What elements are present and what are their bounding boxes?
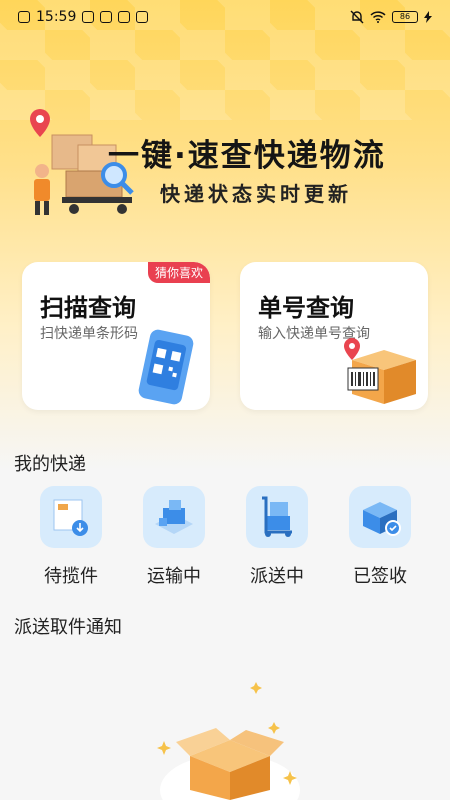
in-transit-icon [143, 486, 205, 548]
book-icon [136, 11, 149, 23]
barcode-box-icon [344, 338, 416, 404]
signed-icon [349, 486, 411, 548]
status-signed[interactable]: 已签收 [347, 486, 413, 588]
app-notification-icon-2 [100, 11, 113, 23]
recommend-badge: 猜你喜欢 [147, 262, 210, 283]
number-query-card[interactable]: 单号查询 输入快递单号查询 [240, 262, 428, 410]
scan-query-subtitle: 扫快递单条形码 [40, 326, 138, 342]
banner-subtitle: 快递状态实时更新 [160, 182, 352, 206]
charging-icon [424, 11, 432, 23]
scan-query-title: 扫描查询 [40, 294, 136, 322]
empty-box-illustration [157, 682, 300, 800]
status-label: 已签收 [353, 566, 407, 587]
status-label: 待揽件 [44, 566, 98, 587]
status-label: 运输中 [147, 566, 201, 587]
app-notification-icon [82, 11, 95, 23]
status-label: 派送中 [250, 566, 304, 587]
notify-title: 派送取件通知 [14, 617, 122, 638]
delivering-icon [246, 486, 308, 548]
status-pending-pickup[interactable]: 待揽件 [38, 486, 104, 588]
scan-query-card[interactable]: 猜你喜欢 扫描查询 扫快递单条形码 [22, 262, 210, 410]
sim-icon [18, 11, 30, 23]
app-notification-icon-3 [118, 11, 131, 23]
status-time: 15:59 [36, 9, 77, 25]
pending-pickup-icon [40, 486, 102, 548]
status-bar: 15:59 86 [0, 0, 450, 34]
number-query-title: 单号查询 [258, 294, 354, 322]
phone-qr-icon [138, 329, 194, 405]
status-delivering[interactable]: 派送中 [244, 486, 310, 588]
battery-icon: 86 [392, 11, 418, 23]
mute-icon [350, 10, 364, 24]
banner-title: 一键·速查快递物流 [108, 138, 386, 174]
my-express-title: 我的快递 [14, 454, 86, 475]
status-in-transit[interactable]: 运输中 [141, 486, 207, 588]
wifi-icon [370, 11, 386, 23]
